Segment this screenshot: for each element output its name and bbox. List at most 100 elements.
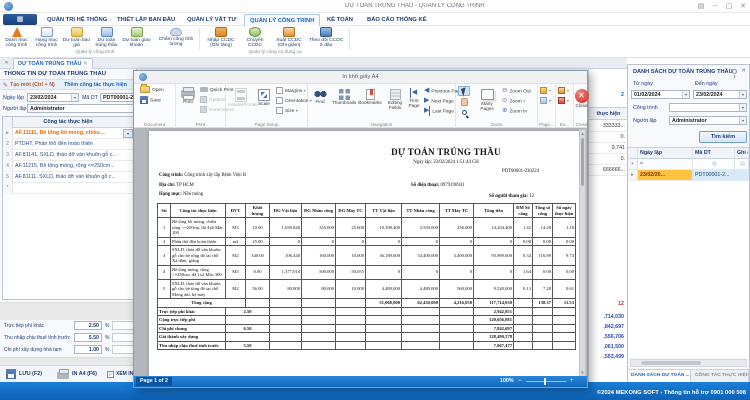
percent-field-2[interactable]: 5.50 bbox=[74, 333, 102, 342]
first-page-button[interactable]: ◀First Page bbox=[406, 86, 422, 109]
pin-icon[interactable] bbox=[732, 69, 737, 74]
save-button[interactable]: Save bbox=[140, 96, 164, 106]
tab-close-icon[interactable]: ✕ bbox=[83, 61, 88, 67]
zoom-button[interactable]: ⊙Zoom ▾ bbox=[502, 96, 531, 106]
pointer-tool-button[interactable] bbox=[458, 86, 470, 96]
ribbon-button-theo-doi-ccdc[interactable]: Theo dõi CCDC ở đâu bbox=[308, 26, 344, 50]
ribbon-button-danh-muc[interactable]: Danh mục công trình bbox=[2, 26, 31, 50]
grid-column-ghi-chu[interactable]: Ghi chú bbox=[735, 148, 749, 159]
ribbon-button-xuat-ccdc[interactable]: Xuất CCDC (Ghi giảm) bbox=[272, 26, 306, 50]
percent-extra-field[interactable] bbox=[112, 321, 135, 330]
code-field[interactable]: PDT00001-230224 bbox=[100, 93, 136, 102]
send-email-button[interactable]: ▾ bbox=[558, 96, 569, 106]
many-pages-button[interactable]: Many Pages bbox=[474, 86, 500, 112]
task-row[interactable]: 4AF.11215, Bê tông móng, rộng <=250cm... bbox=[3, 161, 134, 172]
zoom-out-slider-button[interactable]: − bbox=[518, 378, 522, 385]
result-row-note[interactable] bbox=[735, 170, 749, 181]
dropdown-icon[interactable]: ▾ bbox=[682, 91, 689, 98]
task-row[interactable]: 3AF.81141, SXLD, tháo dỡ ván khuôn gỗ c.… bbox=[3, 150, 134, 161]
row-dropdown-icon[interactable]: ▾ bbox=[123, 129, 133, 138]
creator-field[interactable]: Administrator bbox=[27, 104, 136, 113]
zoom-slider-track[interactable] bbox=[526, 381, 566, 382]
task-row-new[interactable]: * bbox=[3, 183, 134, 194]
ribbon-tab-quan-tri[interactable]: QUẢN TRỊ HỆ THỐNG bbox=[42, 14, 112, 26]
add-task-link[interactable]: Thêm công tác thực hiện bbox=[64, 80, 136, 90]
percent-extra-field[interactable] bbox=[112, 333, 135, 342]
ribbon-button-chuyen-ccdc[interactable]: Chuyển CCDC bbox=[240, 26, 270, 50]
ribbon-tab-ke-toan[interactable]: KẾ TOÁN bbox=[322, 14, 358, 26]
horizontal-scrollbar[interactable] bbox=[630, 359, 747, 367]
ribbon-button-giao-khoan[interactable]: Dự toán giao khoán bbox=[122, 26, 151, 50]
ribbon-tab-thiet-lap[interactable]: THIẾT LẬP BAN ĐẦU bbox=[112, 14, 180, 26]
from-date-combobox[interactable]: 01/02/2024▾ bbox=[631, 90, 690, 99]
dropdown-icon[interactable]: ▾ bbox=[739, 91, 746, 98]
zoom-in-button[interactable]: ⊕Zoom In bbox=[502, 106, 531, 116]
dropdown-icon[interactable]: ▾ bbox=[71, 94, 78, 101]
ribbon-button-hang-muc[interactable]: Hạng mục công trình bbox=[32, 26, 61, 50]
scrollbar-thumb[interactable] bbox=[641, 361, 701, 365]
grid-column-ngay-lap[interactable]: Ngày lập bbox=[638, 148, 693, 159]
ribbon-button-bao-gia[interactable]: Dự toán báo giá bbox=[62, 26, 91, 50]
watermark-button[interactable]: ▾ bbox=[540, 96, 551, 106]
dropdown-icon[interactable]: ▾ bbox=[739, 104, 746, 111]
result-row-date[interactable]: 23/02/20... bbox=[638, 170, 693, 181]
percent-extra-field[interactable] bbox=[112, 345, 135, 354]
tab-du-toan-trung-thau[interactable]: DỰ TOÁN TRÚNG THẦU ✕ bbox=[13, 58, 93, 69]
scroll-up-icon[interactable]: ▲ bbox=[580, 131, 585, 136]
scroll-down-icon[interactable]: ▼ bbox=[580, 370, 585, 375]
ribbon-tab-vat-tu[interactable]: QUẢN LÝ VẬT TƯ bbox=[182, 14, 241, 26]
print-a4-button[interactable]: IN A4 (F6) bbox=[72, 371, 97, 377]
construction-combobox[interactable]: ▾ bbox=[669, 103, 747, 112]
find-button[interactable]: Find bbox=[310, 86, 330, 105]
header-footer-button[interactable]: Header/Footer bbox=[228, 86, 254, 108]
app-menu-button[interactable]: ▦ bbox=[3, 14, 37, 25]
open-button[interactable]: Open bbox=[140, 86, 164, 96]
filter-cell-code[interactable]: ◎ bbox=[693, 159, 735, 170]
preview-checkbox[interactable]: ✓ bbox=[107, 371, 114, 378]
tab-cong-tac-thuc-hien[interactable]: CÔNG TÁC THỰC HIỆN bbox=[692, 370, 749, 382]
margins-button[interactable]: Margins ▾ bbox=[276, 86, 312, 96]
close-button[interactable]: ✕ bbox=[736, 2, 750, 11]
grid-column-ma-dt[interactable]: Mã DT bbox=[693, 148, 735, 159]
ribbon-button-nhap-ccdc[interactable]: Nhập CCDC (Ghi tăng) bbox=[204, 26, 238, 50]
ribbon-button-cham-cong[interactable]: Chấm công tính lương bbox=[158, 26, 194, 50]
zoom-slider-thumb[interactable] bbox=[544, 378, 546, 385]
editing-fields-button[interactable]: Editing Fields bbox=[384, 86, 406, 111]
export-pdf-button[interactable]: ▾ bbox=[558, 86, 569, 96]
orientation-button[interactable]: Orientation ▾ bbox=[276, 96, 312, 106]
ribbon-tab-bao-cao[interactable]: BÁO CÁO THỐNG KÊ bbox=[362, 14, 432, 26]
maximize-button[interactable]: ▢ bbox=[722, 2, 736, 11]
page-color-button[interactable]: ▾ bbox=[540, 86, 551, 96]
scale-button[interactable]: Scale bbox=[254, 86, 274, 107]
print-button[interactable]: Print bbox=[178, 86, 198, 105]
ribbon-button-trung-thau[interactable]: Dự toán trúng thầu bbox=[92, 26, 121, 50]
save-button[interactable]: LƯU (F2) bbox=[19, 371, 42, 377]
hand-tool-button[interactable] bbox=[458, 97, 470, 107]
panel-close-icon[interactable]: ✕ bbox=[741, 68, 746, 74]
magnifier-tool-button[interactable] bbox=[458, 108, 470, 118]
task-row-selected[interactable]: ▸AF.11111, Bê tông lót móng, chiều…▾ bbox=[3, 128, 134, 139]
size-button[interactable]: Size ▾ bbox=[276, 106, 312, 116]
task-row[interactable]: 2PTDHT, Phần thô đến hoàn thiện bbox=[3, 139, 134, 150]
close-preview-button[interactable]: ✕Close bbox=[574, 86, 589, 109]
create-new-link[interactable]: Tạo mới (Ctrl + N) bbox=[10, 80, 55, 90]
task-row[interactable]: 5AF.81111, SXLD, tháo dỡ ván khuôn gỗ c.… bbox=[3, 172, 134, 183]
preview-vertical-scrollbar[interactable]: ▲ ▼ bbox=[579, 129, 586, 377]
thumbnails-button[interactable]: Thumbnails bbox=[332, 86, 356, 106]
filter-cell-date[interactable]: = bbox=[638, 159, 693, 170]
minimize-button[interactable]: − bbox=[708, 2, 722, 11]
window-menu-icon[interactable]: ▤ bbox=[694, 2, 708, 11]
filter-cell-note[interactable]: ◎ bbox=[735, 159, 749, 170]
search-button[interactable]: Tìm kiếm bbox=[699, 131, 747, 143]
bookmarks-button[interactable]: Bookmarks bbox=[358, 86, 382, 106]
date-combobox[interactable]: 23/02/2024▾ bbox=[27, 93, 79, 102]
to-date-combobox[interactable]: 23/02/2024▾ bbox=[693, 90, 747, 99]
zoom-in-slider-button[interactable]: + bbox=[570, 378, 574, 385]
tab-danh-sach-du-toan[interactable]: DANH SÁCH DỰ TOÁN ... bbox=[628, 370, 691, 382]
close-all-tabs-icon[interactable]: ✕ bbox=[2, 59, 11, 68]
zoom-out-button[interactable]: ⊖Zoom Out bbox=[502, 86, 531, 96]
percent-field-1[interactable]: 2.50 bbox=[74, 321, 102, 330]
ribbon-tab-cong-trinh[interactable]: QUẢN LÝ CÔNG TRÌNH bbox=[244, 14, 320, 26]
percent-field-3[interactable]: 1.00 bbox=[74, 345, 102, 354]
creator-combobox[interactable]: Administrator▾ bbox=[669, 116, 747, 125]
